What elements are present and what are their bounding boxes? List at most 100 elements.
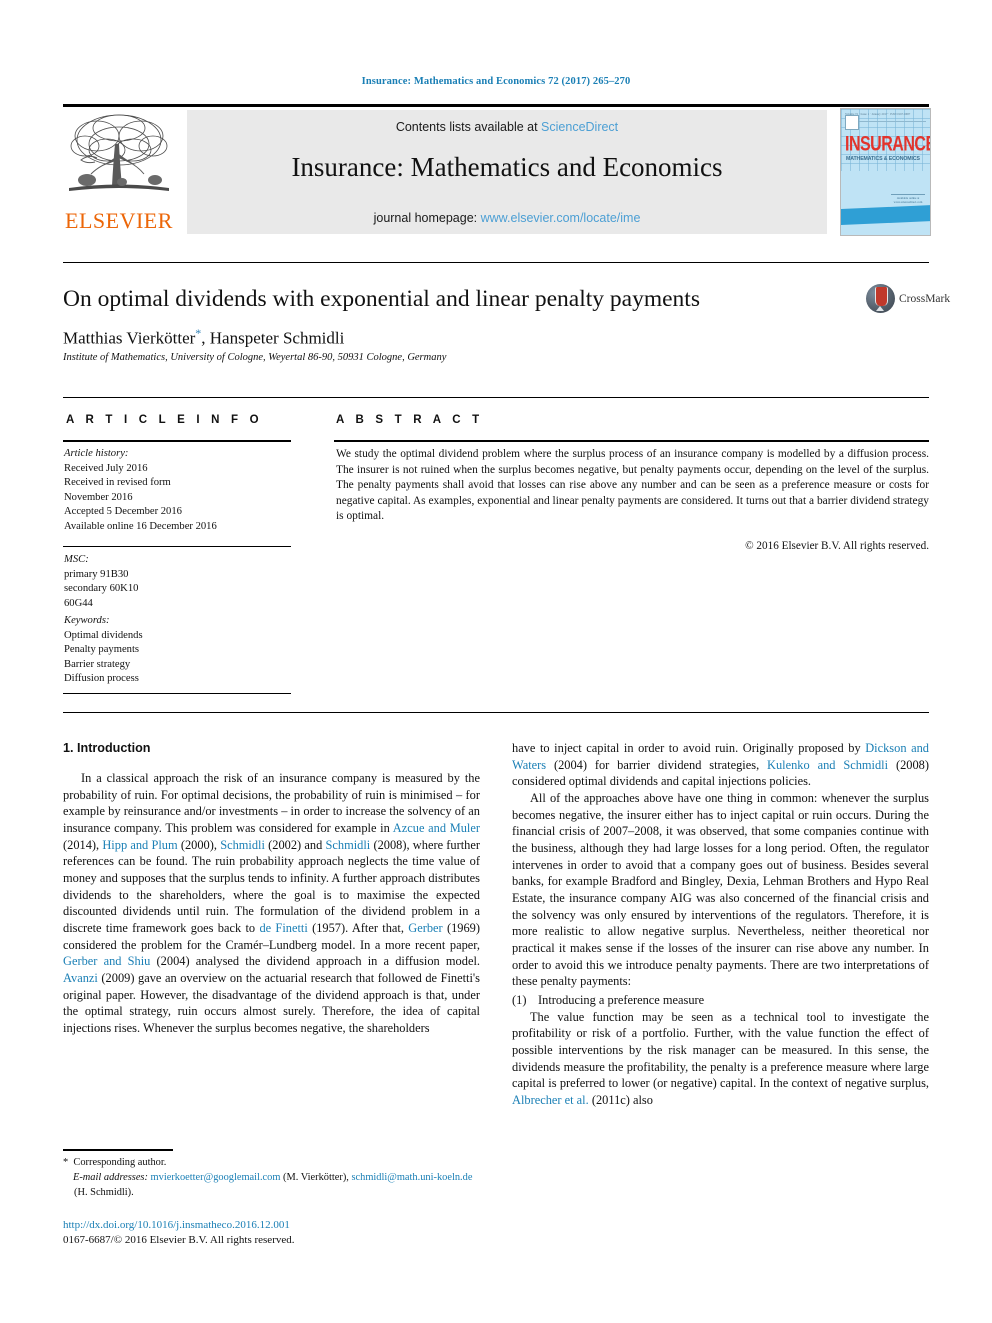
footnote-rule [63,1149,173,1151]
crossmark-triangle-shape [876,306,884,311]
cover-availability-note: Available online at www.sciencedirect.co… [891,194,925,204]
text-run: (2004) analysed the dividend approach in… [150,954,480,969]
doi-link[interactable]: http://dx.doi.org/10.1016/j.insmatheco.2… [63,1218,493,1233]
title-separator-rule [63,262,929,263]
history-line: Received in revised form [64,477,171,489]
email-label: E-mail addresses: [73,1171,148,1183]
cover-blue-band-lower [841,225,930,234]
text-run: Corresponding author. [73,1157,167,1168]
footnote-block: * Corresponding author. E-mail addresses… [63,1156,483,1200]
article-history-label: Article history: [64,448,129,459]
sciencedirect-link[interactable]: ScienceDirect [541,120,618,134]
info-rule-3 [63,693,291,694]
journal-homepage-link[interactable]: www.elsevier.com/locate/ime [481,211,641,225]
email-addresses-note: E-mail addresses: mvierkoetter@googlemai… [63,1171,483,1201]
body-top-rule [63,712,929,713]
msc-line: 60G44 [64,597,93,609]
citation-link[interactable]: Azcue and Muler [393,821,480,835]
cover-journal-subtitle: MATHEMATICS & ECONOMICS [846,156,920,162]
keywords-label: Keywords: [64,615,110,626]
citation-link[interactable]: Avanzi [63,971,98,985]
citation-link[interactable]: Gerber and Shiu [63,954,150,968]
contents-prefix: Contents lists available at [395,120,542,134]
abstract-heading: A B S T R A C T [336,414,484,426]
history-line: Available online 16 December 2016 [64,521,217,533]
text-run: (2000), [177,837,221,852]
paragraph-approaches: All of the approaches above have one thi… [512,791,929,989]
citation-link[interactable]: de Finetti [259,921,307,935]
keywords-block: Keywords: Optimal dividends Penalty paym… [64,614,294,687]
keyword-item: Diffusion process [64,673,139,685]
info-rule-1 [63,440,291,442]
journal-title: Insurance: Mathematics and Economics [291,152,723,182]
elsevier-tree-icon [69,114,169,191]
body-column-right: have to inject capital in order to avoid… [512,740,929,1109]
history-line: Received July 2016 [64,462,148,474]
masthead-center-panel: Contents lists available at ScienceDirec… [187,110,827,234]
msc-block: MSC: primary 91B30 secondary 60K10 60G44 [64,553,294,611]
cover-blue-band [841,204,930,226]
text-run: (2011c) also [588,1093,653,1108]
text-run: (2014), [63,837,103,852]
email-link-2[interactable]: schmidli@math.uni-koeln.de [351,1172,472,1183]
journal-homepage-line: journal homepage: www.elsevier.com/locat… [187,211,827,225]
journal-cover-thumbnail: Volume 72 · Issue 1 · January 2017 · ISS… [840,108,931,236]
citation-link[interactable]: Schmidli [220,838,265,852]
article-history-block: Article history: Received July 2016 Rece… [64,447,294,535]
paragraph-intro-left: In a classical approach the risk of an i… [63,770,480,1037]
msc-label: MSC: [64,554,89,565]
list-item-label: Introducing a preference measure [538,993,705,1008]
crossmark-shield-shape [875,287,888,306]
keyword-item: Penalty payments [64,644,140,656]
elsevier-wordmark: ELSEVIER [65,208,173,233]
cover-journal-word: INSURANCE [845,133,931,156]
masthead-top-rule [63,104,929,107]
paragraph-continued-right: have to inject capital in order to avoid… [512,740,929,790]
paper-page: Insurance: Mathematics and Economics 72 … [0,0,992,1323]
citation-link[interactable]: Albrecher et al. [512,1093,589,1107]
email-link-1[interactable]: mvierkoetter@googlemail.com [151,1172,281,1183]
info-rule-2 [63,546,291,547]
abstract-rule [334,440,929,442]
text-run: (H. Schmidli). [74,1186,134,1198]
contents-available-line: Contents lists available at ScienceDirec… [187,120,827,134]
text-run: (1957). After that, [307,920,409,935]
text-run: (M. Vierkötter), [280,1171,349,1183]
list-item: (1) Introducing a preference measure [512,992,929,1009]
info-section-top-rule [63,397,929,398]
history-line: Accepted 5 December 2016 [64,506,182,518]
text-run: have to inject capital in order to avoid… [512,741,866,755]
crossmark-label: CrossMark [899,293,951,305]
crossmark-badge[interactable]: CrossMark [866,284,950,314]
msc-line: secondary 60K10 [64,583,139,595]
running-head: Insurance: Mathematics and Economics 72 … [361,76,631,87]
page-title: On optimal dividends with exponential an… [63,286,700,312]
citation-link[interactable]: Hipp and Plum [102,838,177,852]
asterisk-icon: * [63,1157,69,1168]
list-marker: (1) [512,993,527,1008]
msc-line: primary 91B30 [64,568,129,580]
crossmark-icon [866,284,895,313]
journal-masthead: ELSEVIER Contents lists available at Sci… [63,108,931,236]
author-secondary: , Hanspeter Schmidli [201,328,345,348]
homepage-prefix: journal homepage: [373,211,481,225]
paragraph-value-function: The value function may be seen as a tech… [512,1009,929,1109]
section-heading-introduction: 1. Introduction [63,741,151,755]
text-run: (2002) and [264,837,326,852]
corresponding-author-note: * Corresponding author. [63,1156,483,1171]
cover-elsevier-mark [845,115,859,130]
keyword-item: Barrier strategy [64,658,131,670]
abstract-copyright: © 2016 Elsevier B.V. All rights reserved… [745,540,929,552]
citation-link[interactable]: Kulenko and Schmidli [767,758,888,772]
author-list: Matthias Vierkötter*, Hanspeter Schmidli [63,326,823,349]
text-run: (2004) for barrier dividend strategies, [546,757,768,772]
author-affiliation: Institute of Mathematics, University of … [63,352,447,363]
citation-link[interactable]: Gerber [408,921,442,935]
citation-link[interactable]: Schmidli [326,838,371,852]
abstract-text: We study the optimal dividend problem wh… [336,448,929,522]
issn-copyright-line: 0167-6687/© 2016 Elsevier B.V. All right… [63,1234,295,1247]
text-run: The value function may be seen as a tech… [512,1009,929,1091]
history-line: November 2016 [64,491,133,503]
doi-block: http://dx.doi.org/10.1016/j.insmatheco.2… [63,1218,493,1248]
body-column-left: 1. Introduction In a classical approach … [63,740,480,1037]
